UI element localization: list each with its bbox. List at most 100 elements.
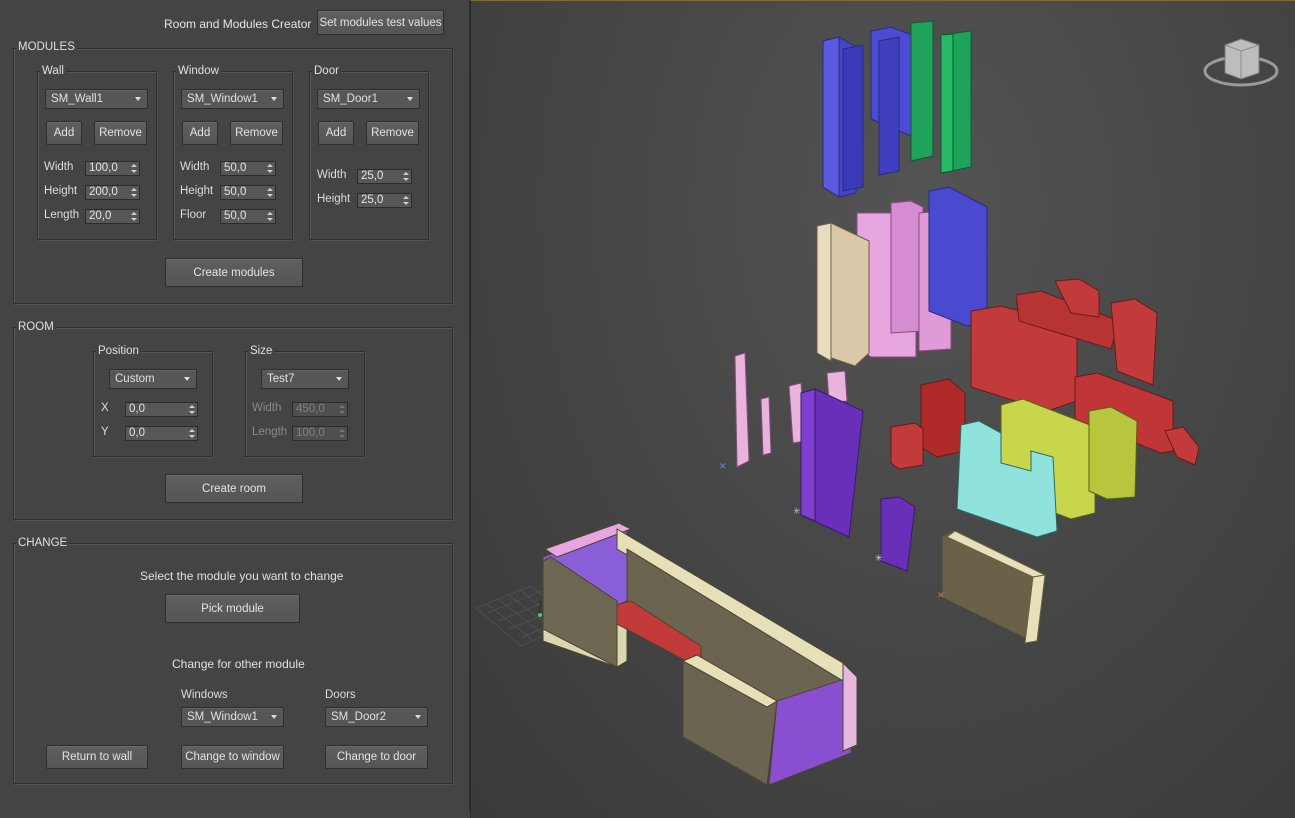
change-label: CHANGE (16, 537, 70, 549)
chevron-down-icon (336, 377, 342, 381)
position-x-label: X (101, 402, 109, 414)
wall-width-input[interactable]: 100,0 (85, 161, 140, 176)
wall-remove-button[interactable]: Remove (94, 121, 147, 145)
size-length-input: 100,0 (292, 426, 348, 441)
window-floor-input[interactable]: 50,0 (220, 209, 276, 224)
window-height-input[interactable]: 50,0 (220, 185, 276, 200)
blue-back-piece (928, 186, 988, 327)
wall-label: Wall (40, 65, 66, 77)
view-cube-icon[interactable] (1203, 38, 1279, 87)
window-width-label: Width (180, 161, 210, 173)
wall-add-button[interactable]: Add (46, 121, 82, 145)
doors-label: Doors (325, 689, 356, 701)
position-y-input[interactable]: 0,0 (125, 426, 198, 441)
position-x-input[interactable]: 0,0 (125, 402, 198, 417)
door-add-button[interactable]: Add (318, 121, 354, 145)
windows-select[interactable]: SM_Window1 (181, 707, 284, 727)
spinner-arrows-icon[interactable] (267, 164, 273, 174)
tool-panel: Room and Modules Creator Set modules tes… (0, 0, 470, 810)
panel-title: Room and Modules Creator (164, 17, 312, 31)
wall-length-input[interactable]: 20,0 (85, 209, 140, 224)
spinner-arrows-icon[interactable] (267, 188, 273, 198)
spinner-arrows-icon[interactable] (403, 196, 409, 206)
size-select-value: Test7 (267, 373, 295, 385)
wall-height-label: Height (44, 185, 78, 197)
spinner-arrows-icon[interactable] (267, 212, 273, 222)
return-to-wall-button[interactable]: Return to wall (46, 745, 148, 769)
position-x-value: 0,0 (129, 403, 145, 415)
chevron-down-icon (407, 97, 413, 101)
window-select-value: SM_Window1 (187, 93, 258, 105)
spinner-arrows-icon[interactable] (131, 164, 137, 174)
change-to-door-button[interactable]: Change to door (325, 745, 428, 769)
spinner-arrows-icon[interactable] (403, 172, 409, 182)
spinner-arrows-icon[interactable] (189, 405, 195, 415)
change-to-window-button[interactable]: Change to window (181, 745, 284, 769)
spinner-arrows-icon[interactable] (131, 188, 137, 198)
wall-height-value: 200,0 (89, 186, 118, 198)
wall-width-value: 100,0 (89, 162, 118, 174)
position-label: Position (96, 345, 141, 357)
door-width-input[interactable]: 25,0 (357, 169, 412, 184)
position-y-value: 0,0 (129, 427, 145, 439)
wall-select[interactable]: SM_Wall1 (45, 89, 148, 109)
pick-module-button[interactable]: Pick module (165, 594, 300, 623)
door-select[interactable]: SM_Door1 (317, 89, 420, 109)
position-select[interactable]: Custom (109, 369, 197, 389)
chevron-down-icon (271, 715, 277, 719)
size-select[interactable]: Test7 (261, 369, 349, 389)
door-height-label: Height (317, 193, 351, 205)
chevron-down-icon (271, 97, 277, 101)
windows-label: Windows (181, 689, 228, 701)
position-y-label: Y (101, 426, 109, 438)
window-floor-label: Floor (180, 209, 207, 221)
wall-width-label: Width (44, 161, 74, 173)
window-width-value: 50,0 (224, 162, 247, 174)
size-length-value: 100,0 (296, 427, 325, 439)
chevron-down-icon (415, 715, 421, 719)
doors-select-value: SM_Door2 (331, 711, 386, 723)
door-remove-button[interactable]: Remove (366, 121, 419, 145)
spinner-arrows-icon (339, 429, 345, 439)
spinner-arrows-icon (339, 405, 345, 415)
set-test-values-button[interactable]: Set modules test values (317, 10, 444, 35)
window-width-input[interactable]: 50,0 (220, 161, 276, 176)
scene-canvas[interactable]: ✕ ✳ ✳ ✕ (471, 1, 1295, 818)
door-label: Door (312, 65, 341, 77)
window-floor-value: 50,0 (224, 210, 247, 222)
wall-length-label: Length (44, 209, 80, 221)
pivot-marker-purple: ✳ (793, 507, 801, 517)
create-room-button[interactable]: Create room (165, 474, 303, 503)
window-add-button[interactable]: Add (182, 121, 218, 145)
chevron-down-icon (135, 97, 141, 101)
chevron-down-icon (184, 377, 190, 381)
window-height-label: Height (180, 185, 214, 197)
change-instruction: Select the module you want to change (140, 569, 344, 583)
windows-select-value: SM_Window1 (187, 711, 258, 723)
room-assembly (542, 522, 858, 786)
green-window-pieces (910, 20, 972, 174)
door-height-input[interactable]: 25,0 (357, 193, 412, 208)
door-width-label: Width (317, 169, 347, 181)
window-height-value: 50,0 (224, 186, 247, 198)
wall-height-input[interactable]: 200,0 (85, 185, 140, 200)
position-select-value: Custom (115, 373, 155, 385)
tan-wall-piece (816, 222, 870, 367)
window-select[interactable]: SM_Window1 (181, 89, 284, 109)
window-remove-button[interactable]: Remove (230, 121, 283, 145)
pivot-marker-blue: ✕ (719, 462, 727, 472)
window-label: Window (176, 65, 221, 77)
spinner-arrows-icon[interactable] (131, 212, 137, 222)
door-height-value: 25,0 (361, 194, 384, 206)
3d-viewport[interactable]: ✕ ✳ ✳ ✕ (470, 0, 1295, 818)
size-width-label: Width (252, 402, 282, 414)
change-other-label: Change for other module (172, 657, 305, 671)
purple-pieces (800, 388, 916, 572)
size-width-input: 450,0 (292, 402, 348, 417)
create-modules-button[interactable]: Create modules (165, 258, 303, 287)
wall-length-value: 20,0 (89, 210, 112, 222)
cream-piece (942, 530, 1047, 644)
size-width-value: 450,0 (296, 403, 325, 415)
spinner-arrows-icon[interactable] (189, 429, 195, 439)
doors-select[interactable]: SM_Door2 (325, 707, 428, 727)
